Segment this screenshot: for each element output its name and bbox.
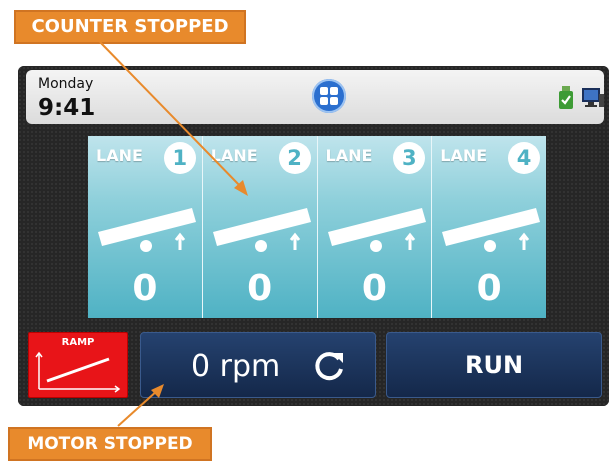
lane-number-badge: 4	[508, 142, 540, 174]
lane-3[interactable]: LANE 3 0	[317, 136, 433, 318]
seesaw-icon	[98, 208, 196, 252]
lane-count: 0	[476, 268, 502, 309]
time-label: 9:41	[38, 95, 96, 121]
rpm-readout: 0 rpm	[191, 349, 281, 384]
seesaw-icon	[442, 208, 541, 252]
run-button[interactable]: RUN	[386, 332, 602, 398]
day-label: Monday	[38, 76, 94, 92]
motor-speed-button[interactable]: 0 rpm	[140, 332, 376, 398]
lane-number-badge: 2	[278, 142, 311, 174]
seesaw-icon	[327, 208, 426, 252]
motor-stopped-callout: MOTOR STOPPED	[8, 427, 212, 461]
device-screen: Monday 9:41 LANE 1 0 LANE 2 0 LANE 3 0 L…	[18, 66, 609, 406]
lane-label: LANE	[210, 146, 258, 165]
ramp-graph-icon	[35, 351, 121, 393]
lane-label: LANE	[96, 146, 143, 165]
lanes-panel: LANE 1 0 LANE 2 0 LANE 3 0 LANE 4 0	[88, 136, 546, 318]
computer-icon[interactable]	[582, 86, 604, 110]
home-button[interactable]	[312, 79, 346, 113]
refresh-icon[interactable]	[311, 347, 347, 383]
seesaw-icon	[212, 208, 311, 252]
status-header: Monday 9:41	[26, 70, 604, 124]
usb-check-icon[interactable]	[558, 86, 574, 110]
lane-label: LANE	[440, 146, 488, 165]
lane-2[interactable]: LANE 2 0	[202, 136, 318, 318]
lane-count: 0	[132, 268, 158, 309]
counter-stopped-callout: COUNTER STOPPED	[14, 10, 246, 44]
lane-count: 0	[247, 268, 273, 309]
lane-label: LANE	[325, 146, 373, 165]
grid-icon	[320, 87, 338, 105]
ramp-button[interactable]: RAMP	[28, 332, 128, 398]
lane-number-badge: 3	[393, 142, 426, 174]
lane-4[interactable]: LANE 4 0	[432, 136, 546, 318]
lane-1[interactable]: LANE 1 0	[88, 136, 203, 318]
lane-count: 0	[361, 268, 387, 309]
lane-number-badge: 1	[163, 142, 196, 174]
